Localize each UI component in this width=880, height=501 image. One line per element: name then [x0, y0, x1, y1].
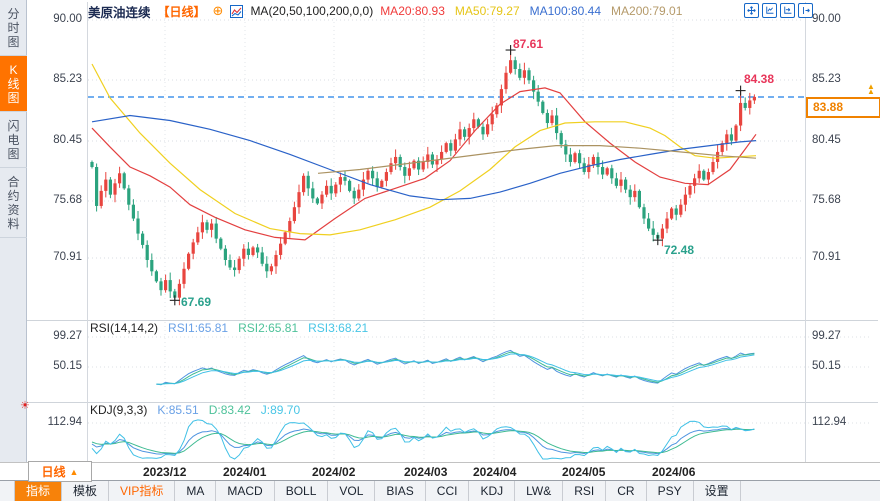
toolbar-tab-BOLL[interactable]: BOLL [275, 481, 329, 501]
rsi-value: RSI1:65.81 [168, 321, 229, 335]
period-tag: 【日线】 [157, 4, 206, 19]
chart-window-icons [744, 3, 813, 18]
date-axis-row: 日线 ▲ 2023/12 2024/01 2024/02 2024/03 2024/04… [0, 461, 880, 482]
sidebar-tab-0[interactable]: 分时图 [0, 0, 27, 56]
rsi-value: RSI3:68.21 [308, 321, 369, 335]
indicator-axis-label: 99.27 [53, 330, 82, 342]
price-extreme-label: 84.38 [744, 72, 775, 86]
date-axis-label: 2024/04 [473, 465, 517, 479]
toolbar-tab-PSY[interactable]: PSY [647, 481, 694, 501]
sidebar-tab-label: K线图 [7, 63, 20, 105]
rsi-pane-header: RSI(14,14,2) RSI1:65.81 RSI2:65.81 RSI3:68… [90, 321, 368, 335]
price-axis-label: 85.23 [812, 73, 841, 85]
kline-chart-window: 分时图 K线图闪电图合约资料 美原油连续 【日线】 ⊕ MA(20,50,100,… [0, 0, 880, 501]
price-axis-label: 70.91 [812, 251, 841, 263]
date-axis-label: 2024/03 [404, 465, 448, 479]
toolbar-tab-KDJ[interactable]: KDJ [469, 481, 516, 501]
chart-mode-sidebar: 分时图 K线图闪电图合约资料 [0, 0, 27, 462]
date-axis-label: 2024/05 [562, 465, 606, 479]
ma-value: MA100:80.44 [529, 4, 602, 18]
indicator-axis-label: 99.27 [812, 330, 841, 342]
kdj-indicator-name: KDJ(9,3,3) [90, 403, 148, 417]
ma-value: MA50:79.27 [454, 4, 520, 18]
ma-values: MA20:80.93 MA50:79.27 MA100:80.44 MA200:79.… [380, 4, 682, 18]
price-axis-label: 90.00 [812, 13, 841, 25]
kdj-values: K:85.51 D:83.42 J:89.70 [157, 403, 300, 417]
toolbar-tab-模板[interactable]: 模板 [62, 481, 110, 501]
price-axis-label: 85.23 [53, 73, 82, 85]
toolbar-tab-CR[interactable]: CR [606, 481, 647, 501]
ma-value: MA200:79.01 [611, 4, 683, 18]
price-extreme-label: 87.61 [513, 37, 544, 51]
rsi-values: RSI1:65.81 RSI2:65.81 RSI3:68.21 [168, 321, 368, 335]
price-axis-label: 80.45 [53, 134, 82, 146]
price-axis-label: 75.68 [812, 194, 841, 206]
sidebar-tab-label: 合约资料 [7, 175, 20, 231]
ma-value: MA20:80.93 [380, 4, 445, 18]
kdj-pane-header: KDJ(9,3,3) K:85.51 D:83.42 J:89.70 [90, 403, 300, 417]
mini-kline-icon [230, 4, 244, 18]
indicator-axis-label: 50.15 [53, 360, 82, 372]
kdj-value: K:85.51 [157, 403, 199, 417]
toolbar-tab-BIAS[interactable]: BIAS [375, 481, 426, 501]
toolbar-tab-VIP指标[interactable]: VIP指标 [109, 481, 176, 501]
price-axis-label: 75.68 [53, 194, 82, 206]
toolbar-tab-VOL[interactable]: VOL [328, 481, 376, 501]
date-axis-label: 2024/02 [312, 465, 356, 479]
sidebar-tab-3[interactable]: 合约资料 [0, 168, 27, 238]
axis-arrow-icon[interactable] [780, 3, 795, 18]
kdj-value: D:83.42 [208, 403, 251, 417]
indicator-axis-label: 50.15 [812, 360, 841, 372]
toolbar-tab-MA[interactable]: MA [175, 481, 217, 501]
sidebar-tab-label: 闪电图 [7, 119, 20, 161]
pan-right-icon[interactable] [798, 3, 813, 18]
toolbar-tab-RSI[interactable]: RSI [563, 481, 607, 501]
sidebar-tab-2[interactable]: 闪电图 [0, 112, 27, 168]
price-extreme-label: 72.48 [664, 243, 695, 257]
date-axis-label: 2024/06 [652, 465, 696, 479]
price-up-arrow-icon: ▲ ▲ [867, 82, 875, 96]
indicator-axis-label: 112.94 [47, 416, 82, 428]
indicator-axis-label: 112.94 [812, 416, 847, 428]
price-extreme-label: 67.69 [181, 295, 212, 309]
period-selector-label: 日线 [41, 465, 66, 479]
alarm-sun-icon[interactable]: ☀ [20, 399, 30, 412]
price-axis-label: 90.00 [53, 13, 82, 25]
price-axis-label: 80.45 [812, 134, 841, 146]
add-indicator-icon[interactable]: ⊕ [213, 4, 224, 17]
toolbar-tab-LW&[interactable]: LW& [515, 481, 564, 501]
rsi-value: RSI2:65.81 [238, 321, 299, 335]
axis-scale-icon[interactable] [762, 3, 777, 18]
ma-settings-label: MA(20,50,100,200,0,0) [250, 4, 374, 18]
current-price-box: 83.88 [806, 97, 880, 118]
date-axis-label: 2023/12 [143, 465, 187, 479]
indicator-toolbar: 指标 模板 VIP指标 MA MACD BOLL VOL BIAS CCI KDJ LW& RSI CR… [0, 480, 880, 501]
rsi-indicator-name: RSI(14,14,2) [90, 321, 159, 335]
sidebar-tab-1[interactable]: K线图 [0, 56, 27, 112]
period-selector-button[interactable]: 日线 ▲ [28, 461, 92, 482]
chart-header: 美原油连续 【日线】 ⊕ MA(20,50,100,200,0,0) MA20:… [88, 3, 682, 20]
period-selector-arrow-icon: ▲ [69, 466, 79, 477]
kdj-value: J:89.70 [260, 403, 301, 417]
sidebar-tab-label: 分时图 [7, 7, 20, 49]
toolbar-tab-指标[interactable]: 指标 [14, 481, 63, 501]
price-axis-label: 70.91 [53, 251, 82, 263]
crosshair-move-icon[interactable] [744, 3, 759, 18]
date-axis-label: 2024/01 [223, 465, 267, 479]
toolbar-tab-设置[interactable]: 设置 [694, 481, 741, 501]
toolbar-tab-MACD[interactable]: MACD [216, 481, 275, 501]
instrument-title: 美原油连续 [88, 5, 151, 20]
toolbar-tab-CCI[interactable]: CCI [426, 481, 470, 501]
